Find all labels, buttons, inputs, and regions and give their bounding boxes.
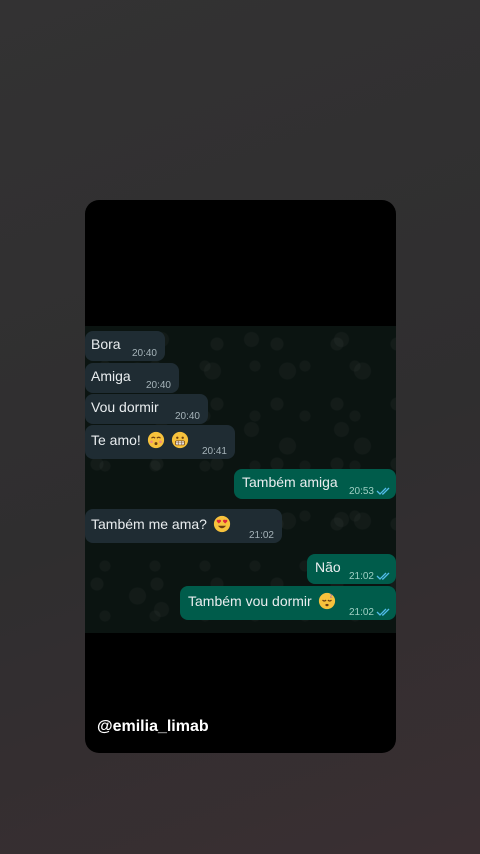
message-time: 20:40: [174, 411, 200, 422]
username-tag: @emilia_limab: [97, 718, 209, 735]
double-check-icon: [376, 608, 390, 616]
message-text: Bora: [91, 336, 121, 352]
sleeping-face-icon: z: [318, 593, 335, 610]
message-text: Também amiga: [242, 474, 338, 490]
message-time: 21:02: [248, 530, 274, 541]
message-bubble-incoming: Te amo! 20:41: [85, 425, 235, 459]
message-bubble-incoming: Amiga 20:40: [85, 363, 179, 393]
grimacing-face-icon: [171, 432, 188, 449]
message-time: 20:41: [201, 446, 227, 457]
message-time: 21:02: [348, 571, 374, 582]
message-text: Vou dormir: [91, 399, 159, 415]
message-time: 20:53: [348, 486, 374, 497]
message-text: Te amo!: [91, 432, 141, 448]
chat-screenshot: Bora 20:40 Amiga 20:40 Vou dormir 20:40 …: [85, 326, 396, 633]
message-content: Também vou dormir z: [188, 586, 336, 616]
svg-text:z: z: [329, 594, 332, 600]
message-bubble-outgoing: Também vou dormir z 21:02: [180, 586, 396, 620]
message-content: Te amo!: [91, 425, 189, 455]
message-content: Também me ama?: [91, 509, 231, 539]
message-text: Amiga: [91, 368, 131, 384]
story-card: Bora 20:40 Amiga 20:40 Vou dormir 20:40 …: [85, 200, 396, 753]
message-text: Também me ama?: [91, 516, 207, 532]
message-bubble-incoming: Também me ama? 21:02: [85, 509, 282, 543]
message-text: Também vou dormir: [188, 593, 312, 609]
message-bubble-incoming: Vou dormir 20:40: [85, 394, 208, 424]
message-bubble-incoming: Bora 20:40: [85, 331, 165, 361]
message-bubble-outgoing: Também amiga 20:53: [234, 469, 396, 499]
message-text: Não: [315, 559, 341, 575]
double-check-icon: [376, 572, 390, 580]
double-check-icon: [376, 487, 390, 495]
message-time: 21:02: [348, 607, 374, 618]
kissing-face-icon: [147, 432, 164, 449]
message-bubble-outgoing: Não 21:02: [307, 554, 396, 584]
heart-eyes-face-icon: [213, 516, 230, 533]
message-time: 20:40: [131, 348, 157, 359]
